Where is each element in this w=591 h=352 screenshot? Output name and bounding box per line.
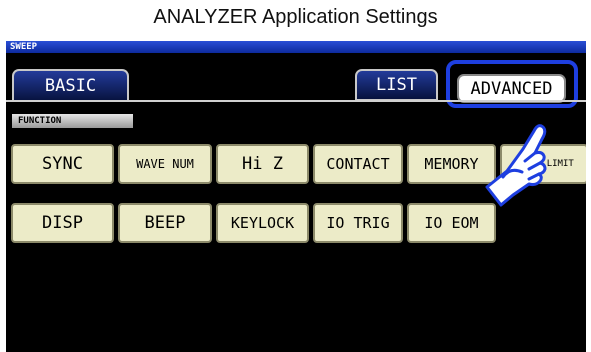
disp-button[interactable]: DISP <box>11 203 114 243</box>
sync-button[interactable]: SYNC <box>11 144 114 184</box>
keylock-button-label: KEYLOCK <box>230 214 295 232</box>
contact-button-label: CONTACT <box>326 155 390 173</box>
contact-button[interactable]: CONTACT <box>313 144 403 184</box>
memory-button-label: MEMORY <box>424 155 479 173</box>
mode-bar: SWEEP <box>6 41 586 53</box>
function-section-label: FUNCTION <box>12 114 133 128</box>
beep-button[interactable]: BEEP <box>118 203 212 243</box>
hi-z-button[interactable]: Hi Z <box>216 144 309 184</box>
sync-button-label: SYNC <box>42 154 83 174</box>
mode-label: SWEEP <box>10 42 38 52</box>
io-eom-button-label: IO EOM <box>424 214 479 232</box>
tab-basic[interactable]: BASIC <box>12 69 129 101</box>
io-trig-button[interactable]: IO TRIG <box>313 203 403 243</box>
wave-num-button[interactable]: WAVE NUM <box>118 144 212 184</box>
hi-z-button-label: Hi Z <box>242 154 283 174</box>
tab-list[interactable]: LIST <box>355 69 438 101</box>
tab-divider <box>6 100 586 102</box>
keylock-button[interactable]: KEYLOCK <box>216 203 309 243</box>
wave-num-button-label: WAVE NUM <box>136 157 194 171</box>
disp-button-label: DISP <box>42 213 83 233</box>
beep-button-label: BEEP <box>144 213 186 233</box>
device-screen: SWEEP BASIC LIST ADVANCED FUNCTION SYNC … <box>6 41 586 352</box>
page-title: ANALYZER Application Settings <box>153 6 438 28</box>
io-trig-button-label: IO TRIG <box>326 214 390 232</box>
pointing-hand-icon <box>485 124 547 207</box>
io-eom-button[interactable]: IO EOM <box>407 203 496 243</box>
